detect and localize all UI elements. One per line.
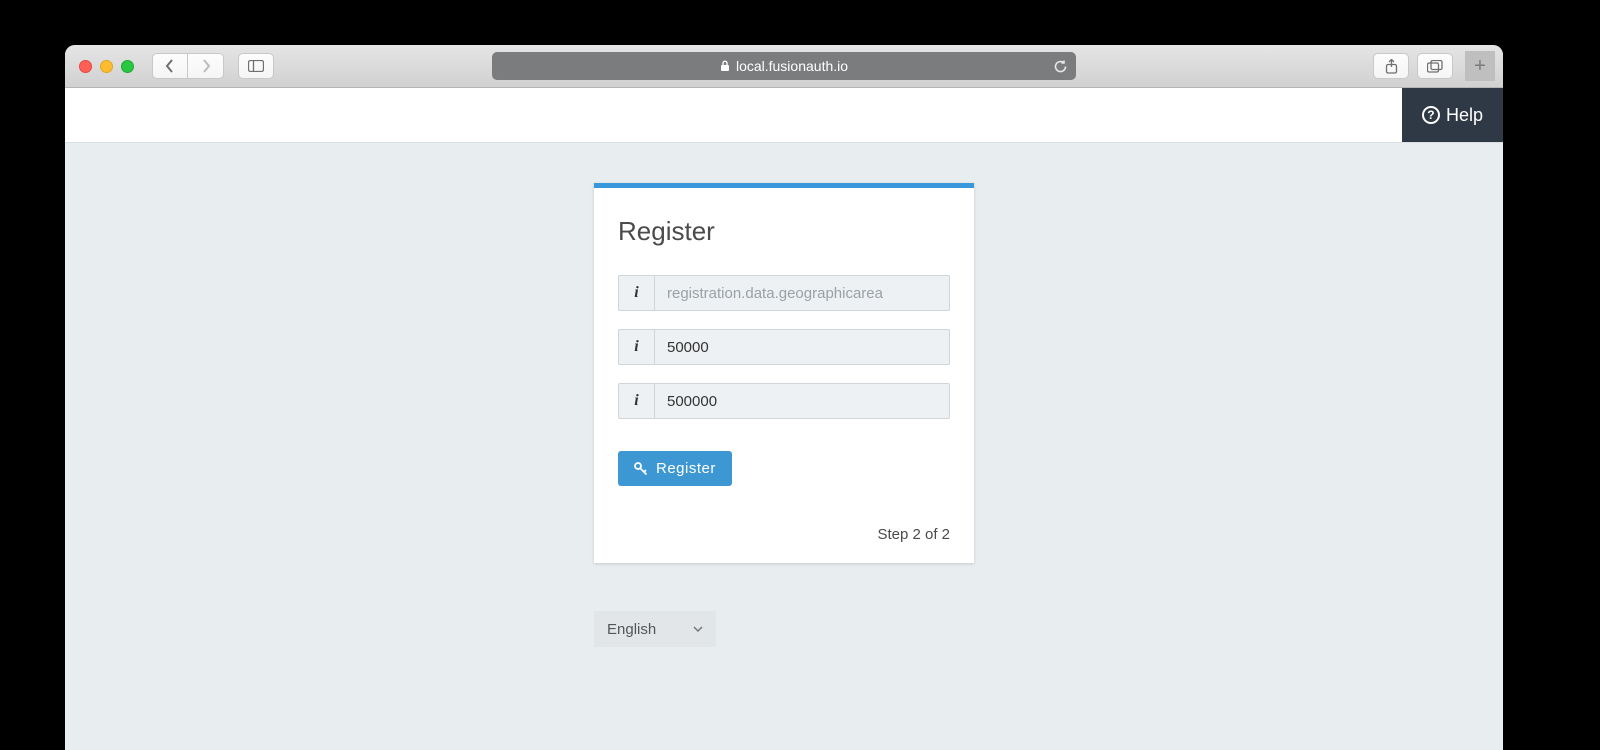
language-select[interactable]: English [594,611,716,647]
app-topbar: ? Help [65,88,1503,142]
geographicarea-input[interactable] [654,275,950,311]
minimize-window-button[interactable] [100,60,113,73]
min-salary-input[interactable] [654,329,950,365]
window-controls [79,60,134,73]
new-tab-button[interactable]: + [1465,51,1495,81]
page-content: ? Help Register i i i [65,88,1503,750]
info-icon: i [618,275,654,311]
max-salary-input[interactable] [654,383,950,419]
register-submit-label: Register [656,460,716,477]
url-host: local.fusionauth.io [736,58,848,74]
help-button[interactable]: ? Help [1402,88,1503,142]
titlebar-right-controls: + [1373,51,1495,81]
card-title: Register [618,216,950,247]
sidebar-toggle-button[interactable] [238,53,274,79]
back-button[interactable] [152,53,188,79]
field-geographicarea: i [618,275,950,311]
browser-titlebar: local.fusionauth.io [65,45,1503,88]
topbar-divider [65,142,1503,143]
register-submit-button[interactable]: Register [618,451,732,486]
tabs-button[interactable] [1417,53,1453,79]
browser-window: local.fusionauth.io [65,45,1503,750]
nav-buttons [152,53,224,79]
info-icon: i [618,329,654,365]
forward-button[interactable] [188,53,224,79]
reload-button[interactable] [1053,59,1068,74]
close-window-button[interactable] [79,60,92,73]
help-label: Help [1446,105,1483,126]
lock-icon [720,60,730,72]
register-card: Register i i i [594,183,974,563]
language-selected-label: English [607,621,656,638]
field-max-salary: i [618,383,950,419]
chevron-down-icon [693,626,703,632]
help-icon: ? [1422,106,1440,124]
step-indicator: Step 2 of 2 [618,526,950,543]
share-button[interactable] [1373,53,1409,79]
key-icon [634,462,648,476]
field-min-salary: i [618,329,950,365]
address-bar[interactable]: local.fusionauth.io [492,52,1076,80]
info-icon: i [618,383,654,419]
maximize-window-button[interactable] [121,60,134,73]
